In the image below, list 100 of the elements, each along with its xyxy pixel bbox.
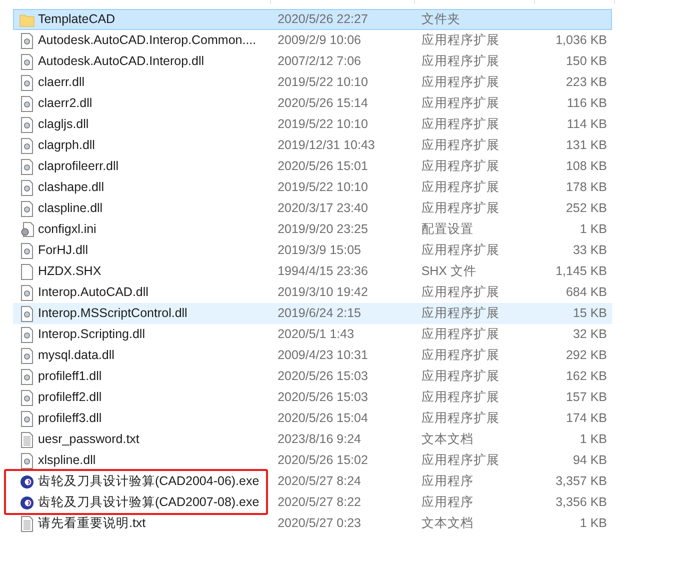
modified-date: 2019/5/22 10:10 xyxy=(278,75,368,90)
modified-date: 2020/5/26 15:04 xyxy=(278,411,368,426)
file-name: Interop.AutoCAD.dll xyxy=(38,285,148,300)
modified-date: 2019/6/24 2:15 xyxy=(278,306,361,320)
file-name: Autodesk.AutoCAD.Interop.dll xyxy=(38,54,204,68)
file-type: 应用程序扩展 xyxy=(421,327,500,342)
file-type: 应用程序扩展 xyxy=(421,453,500,468)
file-name: mysql.data.dll xyxy=(38,348,114,362)
file-name: 请先看重要说明.txt xyxy=(38,516,146,530)
file-row[interactable]: claerr2.dll 2020/5/26 15:14 应用程序扩展 116 KB xyxy=(13,93,612,114)
file-name: 齿轮及刀具设计验算(CAD2004-06).exe xyxy=(38,474,260,488)
file-type: 应用程序扩展 xyxy=(421,96,500,110)
file-name: Interop.Scripting.dll xyxy=(38,327,145,342)
file-row[interactable]: TemplateCAD 2020/5/26 22:27 文件夹 xyxy=(13,9,612,30)
file-size: 252 KB xyxy=(566,200,607,218)
modified-date: 2020/5/26 15:02 xyxy=(278,453,368,468)
file-type: 应用程序扩展 xyxy=(421,201,500,216)
file-type: 文本文档 xyxy=(421,516,474,530)
file-size: 108 KB xyxy=(566,158,607,176)
file-row[interactable]: clagrph.dll 2019/12/31 10:43 应用程序扩展 131 KB xyxy=(13,135,612,156)
file-name: claspline.dll xyxy=(38,201,103,216)
file-size: 1,036 KB xyxy=(556,32,607,50)
modified-date: 2019/5/22 10:10 xyxy=(278,180,368,194)
file-row[interactable]: mysql.data.dll 2009/4/23 10:31 应用程序扩展 292 KB xyxy=(13,345,612,366)
file-name: ForHJ.dll xyxy=(38,243,88,258)
modified-date: 2020/3/17 23:40 xyxy=(278,201,368,216)
file-type: 应用程序扩展 xyxy=(421,348,500,362)
file-row[interactable]: 请先看重要说明.txt 2020/5/27 0:23 文本文档 1 KB xyxy=(13,513,612,534)
file-size: 3,357 KB xyxy=(556,473,607,490)
file-row[interactable]: uesr_password.txt 2023/8/16 9:24 文本文档 1 KB xyxy=(13,429,612,450)
text-document-icon xyxy=(20,432,34,448)
file-row[interactable]: Interop.MSScriptControl.dll 2019/6/24 2:15 应用程序扩展 15 KB xyxy=(13,303,612,324)
document-icon xyxy=(20,264,34,280)
file-type: 应用程序 xyxy=(421,495,474,510)
file-row[interactable]: claspline.dll 2020/3/17 23:40 应用程序扩展 252 KB xyxy=(13,198,612,219)
file-size: 684 KB xyxy=(566,284,607,302)
file-name: clashape.dll xyxy=(38,180,104,194)
file-row[interactable]: configxl.ini 2019/9/20 23:25 配置设置 1 KB xyxy=(13,219,612,240)
file-name: profileff1.dll xyxy=(38,369,102,384)
file-row[interactable]: Autodesk.AutoCAD.Interop.Common.... 2009/2/9 10:06 应用程序扩展 1,036 KB xyxy=(13,30,612,51)
file-row[interactable]: xlspline.dll 2020/5/26 15:02 应用程序扩展 94 KB xyxy=(13,450,612,471)
file-name: profileff3.dll xyxy=(38,411,102,426)
file-type: 应用程序扩展 xyxy=(421,243,500,258)
file-type: 应用程序扩展 xyxy=(421,411,500,426)
modified-date: 2020/5/27 0:23 xyxy=(278,516,361,530)
file-row[interactable]: claprofileerr.dll 2020/5/26 15:01 应用程序扩展 108 KB xyxy=(13,156,612,177)
file-type: 应用程序扩展 xyxy=(421,138,500,152)
file-type: 应用程序扩展 xyxy=(421,159,500,174)
file-size: 15 KB xyxy=(572,305,607,322)
file-size: 32 KB xyxy=(572,326,607,344)
modified-date: 2020/5/27 8:24 xyxy=(278,474,361,488)
file-type: 配置设置 xyxy=(421,222,474,236)
file-row[interactable]: clashape.dll 2019/5/22 10:10 应用程序扩展 178 KB xyxy=(13,177,612,198)
file-type: 应用程序扩展 xyxy=(421,369,500,384)
modified-date: 2007/2/12 7:06 xyxy=(278,54,361,68)
file-size: 223 KB xyxy=(566,74,607,92)
modified-date: 2020/5/1 1:43 xyxy=(278,327,354,342)
file-row[interactable]: 齿轮及刀具设计验算(CAD2007-08).exe 2020/5/27 8:22 应用程序 3,356 KB xyxy=(13,492,612,513)
file-name: configxl.ini xyxy=(38,222,96,236)
file-size: 33 KB xyxy=(572,242,607,260)
file-row[interactable]: profileff3.dll 2020/5/26 15:04 应用程序扩展 174 KB xyxy=(13,408,612,429)
file-type: 应用程序扩展 xyxy=(421,117,500,132)
file-size: 1 KB xyxy=(580,431,607,448)
file-type: 文件夹 xyxy=(421,12,460,26)
file-row[interactable]: HZDX.SHX 1994/4/15 23:36 SHX 文件 1,145 KB xyxy=(13,261,612,282)
file-size: 292 KB xyxy=(566,347,607,364)
file-row[interactable]: ForHJ.dll 2019/3/9 15:05 应用程序扩展 33 KB xyxy=(13,240,612,261)
file-type: 应用程序扩展 xyxy=(421,285,500,300)
file-name: TemplateCAD xyxy=(38,12,116,26)
file-row[interactable]: clagljs.dll 2019/5/22 10:10 应用程序扩展 114 KB xyxy=(13,114,612,135)
file-name: 齿轮及刀具设计验算(CAD2007-08).exe xyxy=(38,495,260,510)
file-size: 157 KB xyxy=(566,389,607,406)
file-row[interactable]: Autodesk.AutoCAD.Interop.dll 2007/2/12 7:06 应用程序扩展 150 KB xyxy=(13,51,612,72)
file-name: claprofileerr.dll xyxy=(38,159,119,174)
file-size: 114 KB xyxy=(566,116,607,134)
file-size: 131 KB xyxy=(566,137,607,154)
file-type: 应用程序扩展 xyxy=(421,390,500,404)
modified-date: 2019/12/31 10:43 xyxy=(278,138,375,152)
file-type: 应用程序扩展 xyxy=(421,306,500,320)
modified-date: 2019/5/22 10:10 xyxy=(278,117,368,132)
file-name: clagljs.dll xyxy=(38,117,89,132)
file-name: Interop.MSScriptControl.dll xyxy=(38,306,188,320)
file-size: 1 KB xyxy=(580,515,607,532)
file-row[interactable]: Interop.AutoCAD.dll 2019/3/10 19:42 应用程序扩展 684 KB xyxy=(13,282,612,303)
file-row[interactable]: claerr.dll 2019/5/22 10:10 应用程序扩展 223 KB xyxy=(13,72,612,93)
folder-icon xyxy=(18,12,35,28)
file-row[interactable]: Interop.Scripting.dll 2020/5/1 1:43 应用程序扩展 32 KB xyxy=(13,324,612,345)
file-type: SHX 文件 xyxy=(421,264,476,278)
file-row[interactable]: profileff1.dll 2020/5/26 15:03 应用程序扩展 162 KB xyxy=(13,366,612,387)
file-row[interactable]: profileff2.dll 2020/5/26 15:03 应用程序扩展 157 KB xyxy=(13,387,612,408)
file-size: 150 KB xyxy=(566,53,607,70)
modified-date: 2020/5/26 15:14 xyxy=(278,96,368,110)
file-size: 1,145 KB xyxy=(556,263,607,280)
file-size: 162 KB xyxy=(566,368,607,386)
file-type: 应用程序扩展 xyxy=(421,33,500,48)
modified-date: 2009/4/23 10:31 xyxy=(278,348,368,362)
file-size: 116 KB xyxy=(566,95,607,112)
modified-date: 2020/5/26 15:03 xyxy=(278,369,368,384)
file-row[interactable]: 齿轮及刀具设计验算(CAD2004-06).exe 2020/5/27 8:24 应用程序 3,357 KB xyxy=(13,471,612,492)
file-size: 178 KB xyxy=(566,179,607,196)
